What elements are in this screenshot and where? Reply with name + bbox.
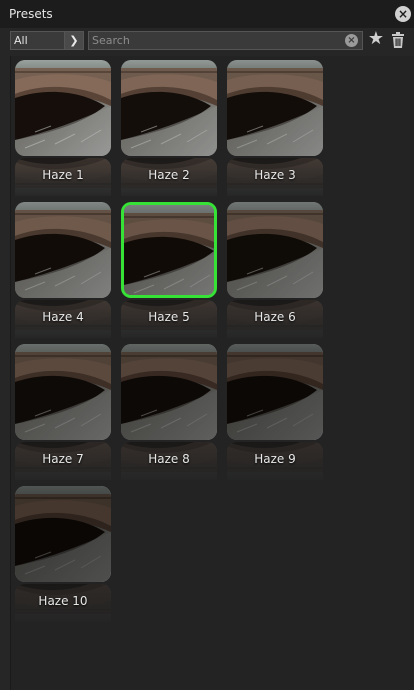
preset-label: Haze 6 [254, 310, 296, 324]
preset-thumbnail[interactable] [227, 202, 323, 298]
preset-label: Haze 7 [42, 452, 84, 466]
search-box: × [88, 31, 363, 50]
search-input[interactable] [89, 32, 332, 49]
preset-grid: Haze 1 Haze 2 Haze 3 Haze 4 Haze 5 Haze … [10, 56, 414, 690]
preset-tile[interactable]: Haze 10 [15, 486, 111, 641]
preset-thumbnail[interactable] [121, 60, 217, 156]
preset-thumbnail[interactable] [15, 486, 111, 582]
preset-tile[interactable]: Haze 2 [121, 60, 217, 215]
preset-tile[interactable]: Haze 1 [15, 60, 111, 215]
preset-tile[interactable]: Haze 8 [121, 344, 217, 499]
preset-tile[interactable]: Haze 3 [227, 60, 323, 215]
preset-label: Haze 8 [148, 452, 190, 466]
preset-thumbnail[interactable] [121, 202, 217, 298]
preset-tile[interactable]: Haze 4 [15, 202, 111, 357]
preset-label: Haze 9 [254, 452, 296, 466]
filter-dropdown[interactable]: All ❯ [10, 31, 84, 50]
preset-label: Haze 2 [148, 168, 190, 182]
preset-thumbnail[interactable] [121, 344, 217, 440]
preset-thumbnail[interactable] [227, 344, 323, 440]
preset-toolbar: All ❯ × ★ [0, 28, 414, 54]
star-icon[interactable]: ★ [367, 29, 385, 49]
preset-label: Haze 1 [42, 168, 84, 182]
preset-label: Haze 5 [148, 310, 190, 324]
chevron-down-icon[interactable]: ❯ [64, 32, 83, 49]
presets-panel: Presets × All ❯ × ★ [0, 0, 414, 690]
preset-tile[interactable]: Haze 5 [121, 202, 217, 357]
preset-label: Haze 4 [42, 310, 84, 324]
clear-search-icon[interactable]: × [345, 34, 358, 47]
panel-titlebar: Presets × [0, 0, 414, 29]
preset-label: Haze 3 [254, 168, 296, 182]
preset-tile[interactable]: Haze 6 [227, 202, 323, 357]
preset-thumbnail[interactable] [15, 202, 111, 298]
preset-label: Haze 10 [38, 594, 88, 608]
panel-title: Presets [9, 7, 53, 21]
filter-value: All [14, 34, 28, 47]
preset-tile[interactable]: Haze 7 [15, 344, 111, 499]
preset-thumbnail[interactable] [15, 60, 111, 156]
preset-thumbnail[interactable] [15, 344, 111, 440]
preset-thumbnail[interactable] [227, 60, 323, 156]
close-icon[interactable]: × [395, 6, 411, 22]
trash-icon[interactable] [391, 32, 405, 48]
preset-tile[interactable]: Haze 9 [227, 344, 323, 499]
